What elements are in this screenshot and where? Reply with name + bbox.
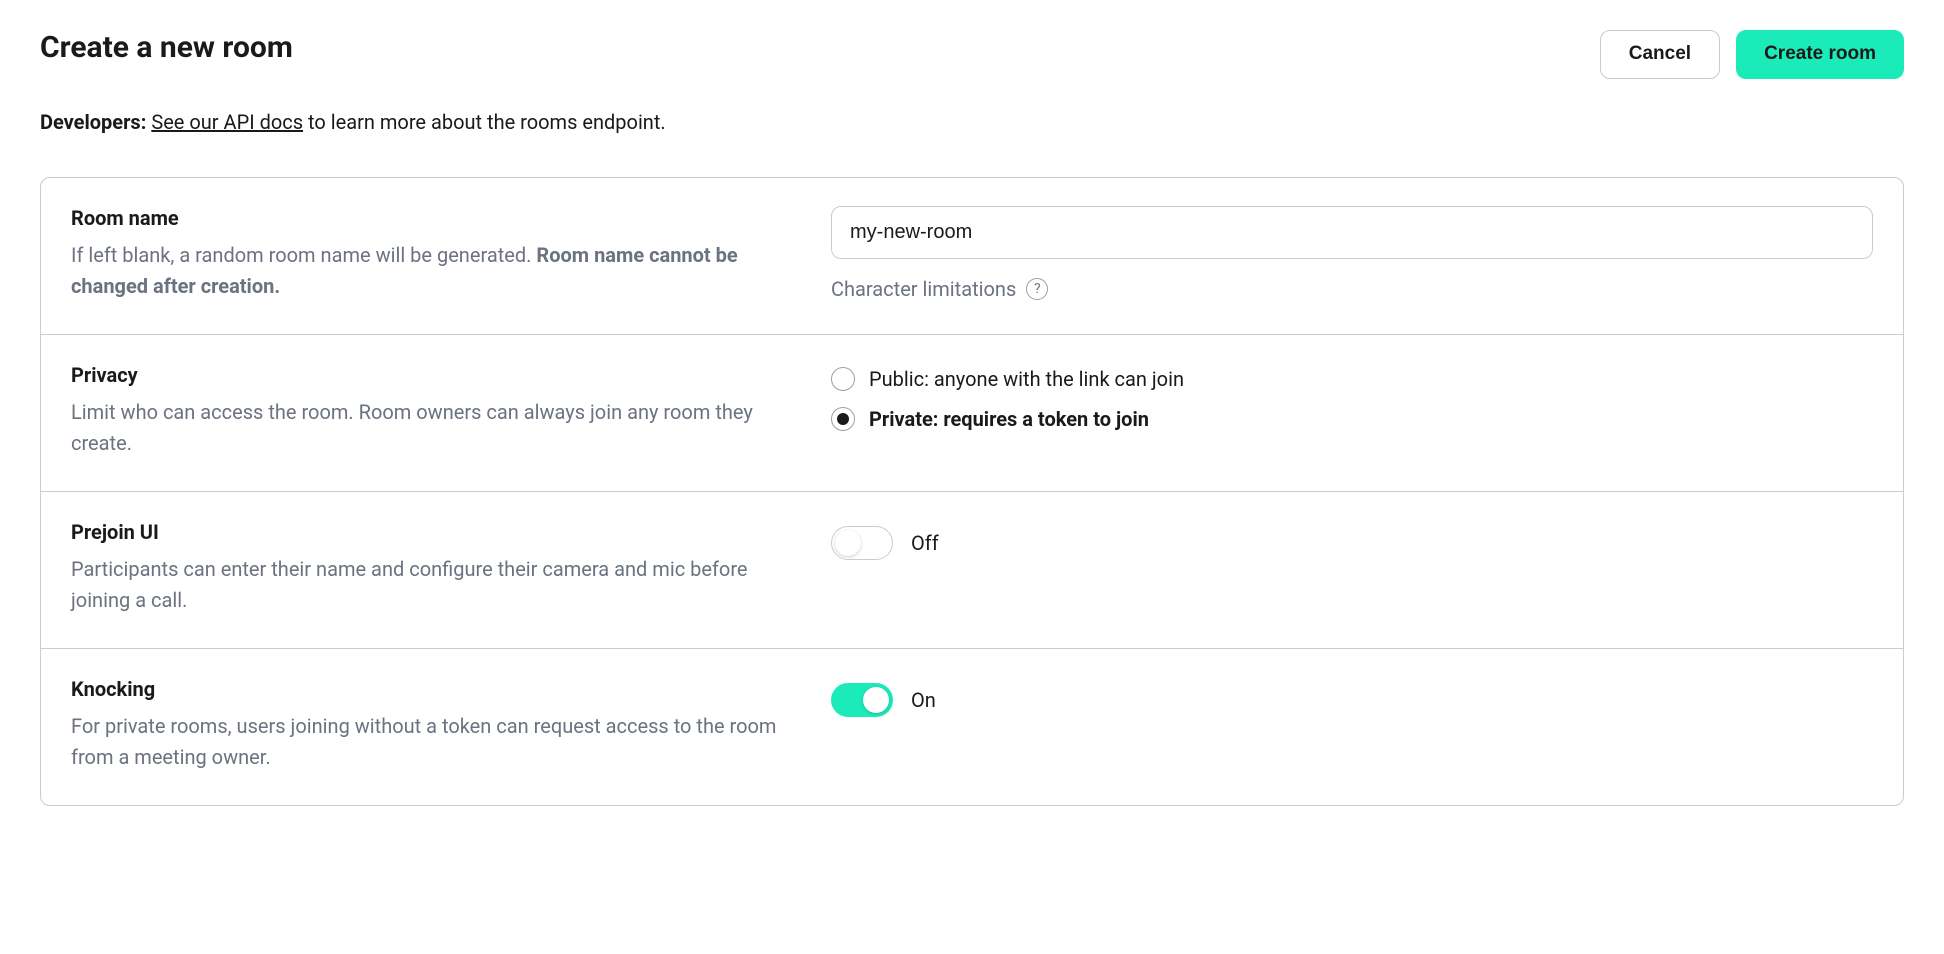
prejoin-label: Prejoin UI	[71, 520, 791, 544]
developer-note: Developers: See our API docs to learn mo…	[40, 107, 1904, 137]
cancel-button[interactable]: Cancel	[1600, 30, 1720, 79]
form-panel: Room name If left blank, a random room n…	[40, 177, 1904, 806]
toggle-knob	[835, 530, 861, 556]
prejoin-state-label: Off	[911, 531, 939, 555]
radio-icon	[831, 367, 855, 391]
header-actions: Cancel Create room	[1600, 30, 1904, 79]
create-room-button[interactable]: Create room	[1736, 30, 1904, 79]
knocking-label: Knocking	[71, 677, 791, 701]
toggle-knob	[863, 687, 889, 713]
developer-note-prefix: Developers:	[40, 110, 146, 134]
help-icon[interactable]: ?	[1026, 278, 1048, 300]
radio-icon	[831, 407, 855, 431]
developer-note-suffix: to learn more about the rooms endpoint.	[303, 110, 666, 134]
privacy-radio-group: Public: anyone with the link can join Pr…	[831, 363, 1873, 431]
room-name-row: Room name If left blank, a random room n…	[41, 178, 1903, 335]
char-limitation-text: Character limitations	[831, 277, 1016, 301]
knocking-toggle[interactable]	[831, 683, 893, 717]
room-name-label: Room name	[71, 206, 791, 230]
privacy-option-private[interactable]: Private: requires a token to join	[831, 407, 1873, 431]
privacy-option-public[interactable]: Public: anyone with the link can join	[831, 367, 1873, 391]
knocking-desc: For private rooms, users joining without…	[71, 711, 791, 773]
privacy-row: Privacy Limit who can access the room. R…	[41, 335, 1903, 492]
privacy-label: Privacy	[71, 363, 791, 387]
room-name-desc: If left blank, a random room name will b…	[71, 240, 791, 302]
char-limitation-row: Character limitations ?	[831, 277, 1873, 301]
room-name-desc-prefix: If left blank, a random room name will b…	[71, 243, 536, 267]
knocking-state-label: On	[911, 688, 936, 712]
api-docs-link[interactable]: See our API docs	[151, 110, 303, 134]
prejoin-desc: Participants can enter their name and co…	[71, 554, 791, 616]
privacy-public-label: Public: anyone with the link can join	[869, 367, 1184, 391]
privacy-desc: Limit who can access the room. Room owne…	[71, 397, 791, 459]
page-title: Create a new room	[40, 30, 293, 66]
room-name-input[interactable]	[831, 206, 1873, 259]
prejoin-row: Prejoin UI Participants can enter their …	[41, 492, 1903, 649]
prejoin-toggle[interactable]	[831, 526, 893, 560]
privacy-private-label: Private: requires a token to join	[869, 407, 1149, 431]
knocking-row: Knocking For private rooms, users joinin…	[41, 649, 1903, 805]
